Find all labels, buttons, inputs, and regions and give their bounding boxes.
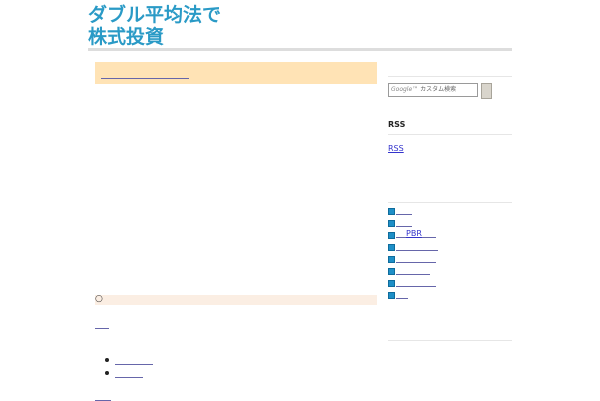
- arrow-icon: [388, 232, 395, 239]
- arrow-icon: [388, 208, 395, 215]
- search-placeholder: カスタム検索: [420, 86, 457, 93]
- category-link[interactable]: [396, 266, 430, 275]
- bullet-icon: [105, 371, 109, 375]
- arrow-icon: [388, 280, 395, 287]
- category-link[interactable]: [396, 206, 412, 215]
- arrow-icon: [388, 292, 395, 299]
- header-divider: [88, 48, 512, 51]
- related-link-2[interactable]: [115, 367, 143, 378]
- post-nav-link[interactable]: [95, 318, 109, 329]
- category-link[interactable]: [396, 290, 408, 299]
- category-link[interactable]: [396, 278, 436, 287]
- rss-link-label[interactable]: RSS: [388, 144, 404, 153]
- sidebar-divider: [388, 202, 512, 203]
- category-link[interactable]: PBR: [396, 230, 436, 238]
- arrow-icon: [388, 244, 395, 251]
- post-title-band: [95, 62, 377, 84]
- comment-mark: ○: [95, 294, 103, 304]
- search-brand-label: Google™: [391, 86, 419, 93]
- post-title-link[interactable]: [101, 66, 189, 79]
- sidebar-divider: [388, 76, 512, 77]
- bullet-icon: [105, 358, 109, 362]
- category-link[interactable]: [396, 242, 438, 251]
- related-link-1[interactable]: [115, 354, 153, 365]
- search-input[interactable]: Google™ カスタム検索: [388, 83, 478, 97]
- arrow-icon: [388, 220, 395, 227]
- search-button[interactable]: [481, 83, 492, 99]
- category-link[interactable]: [396, 254, 436, 263]
- sidebar-divider: [388, 340, 512, 341]
- site-title-line-2[interactable]: 株式投資: [88, 26, 164, 48]
- rss-link[interactable]: RSS: [388, 144, 418, 154]
- category-link[interactable]: [396, 218, 412, 227]
- site-title-line-1[interactable]: ダブル平均法で: [88, 4, 221, 26]
- comment-band: ○: [95, 294, 377, 305]
- arrow-icon: [388, 256, 395, 263]
- site-title[interactable]: ダブル平均法で 株式投資: [88, 4, 221, 48]
- sidebar-divider: [388, 134, 512, 135]
- footer-nav-link[interactable]: [95, 390, 111, 401]
- rss-heading: RSS: [388, 120, 406, 129]
- arrow-icon: [388, 268, 395, 275]
